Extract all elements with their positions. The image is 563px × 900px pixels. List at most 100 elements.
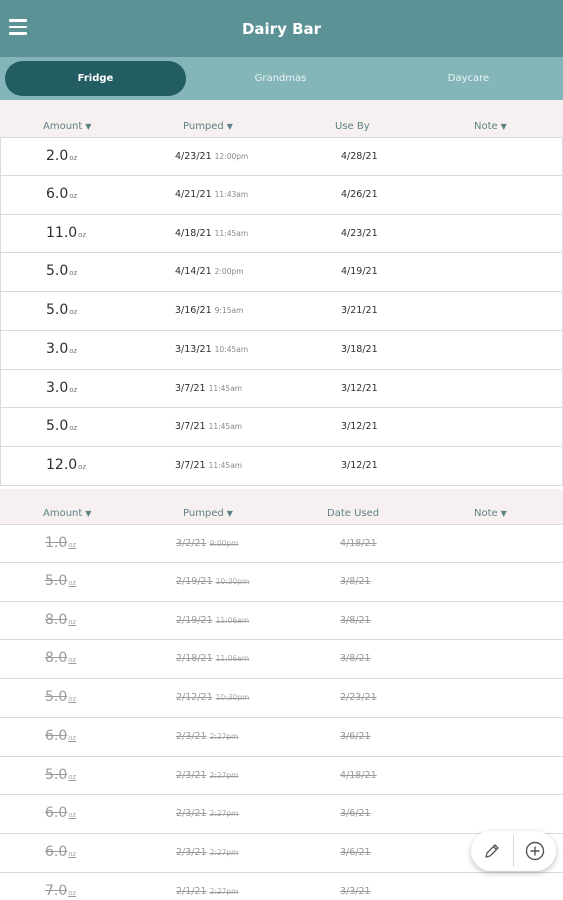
table-row[interactable]: 8.0oz 2/18/21 11:06am 3/8/21: [0, 640, 563, 679]
pumped-time: 2:27pm: [209, 770, 239, 780]
date-used-value: 3/8/21: [340, 614, 371, 626]
use-by-date: 4/28/21: [341, 151, 378, 162]
header-label: Note: [474, 508, 498, 519]
caret-down-icon: ▼: [500, 122, 507, 131]
caret-down-icon: ▼: [226, 509, 233, 518]
tab-daycare[interactable]: Daycare: [378, 61, 559, 96]
amount-value: 1.0: [45, 535, 68, 551]
pumped-cell: 3/16/21 9:15am: [175, 305, 243, 316]
use-by-date: 4/23/21: [341, 227, 378, 239]
amount-cell: 1.0oz: [45, 535, 76, 551]
amount-unit: oz: [68, 578, 77, 587]
date-used-value: 4/18/21: [340, 769, 377, 781]
amount-unit: oz: [68, 850, 77, 858]
amount-cell: 3.0oz: [46, 341, 77, 357]
amount-value: 6.0: [45, 805, 68, 822]
amount-unit: oz: [68, 772, 77, 781]
sort-note-header[interactable]: Note ▼: [474, 121, 507, 132]
pumped-date: 4/21/21: [175, 188, 212, 200]
amount-cell: 7.0oz: [45, 883, 76, 899]
pumped-time: 11:45am: [208, 461, 243, 470]
amount-value: 12.0: [46, 457, 78, 473]
table-row[interactable]: 11.0oz 4/18/21 11:45am 4/23/21: [0, 214, 563, 254]
pumped-cell: 3/7/21 11:45am: [175, 421, 242, 432]
date-used-value: 3/3/21: [340, 885, 371, 897]
header-label: Pumped: [183, 508, 224, 519]
caret-down-icon: ▼: [85, 122, 92, 131]
amount-cell: 6.0oz: [45, 844, 76, 860]
table-row[interactable]: 12.0oz 3/7/21 11:45am 3/12/21: [0, 447, 563, 486]
pumped-cell: 2/19/21 11:06am: [176, 615, 249, 626]
pumped-date: 2/3/21: [176, 808, 207, 820]
table-row[interactable]: 7.0oz 2/1/21 2:27pm 3/3/21: [0, 872, 563, 900]
table-row[interactable]: 5.0oz 2/12/21 10:30pm 2/23/21: [0, 679, 563, 718]
amount-cell: 11.0oz: [46, 225, 86, 241]
app-title: Dairy Bar: [241, 20, 322, 38]
table-row[interactable]: 6.0oz 4/21/21 11:43am 4/26/21: [0, 175, 563, 215]
pumped-time: 11:45am: [208, 383, 243, 393]
pumped-date: 2/12/21: [176, 692, 213, 703]
amount-unit: oz: [68, 617, 77, 626]
sort-amount-header[interactable]: Amount ▼: [43, 121, 91, 132]
table-row[interactable]: 1.0oz 3/2/21 9:00pm 4/18/21: [0, 524, 563, 563]
amount-unit: oz: [68, 695, 77, 703]
amount-unit: oz: [69, 424, 78, 433]
table-row[interactable]: 6.0oz 2/3/21 2:27pm 3/6/21: [0, 717, 563, 757]
pumped-time: 2:27pm: [209, 809, 239, 819]
amount-cell: 5.0oz: [46, 263, 77, 279]
caret-down-icon: ▼: [85, 509, 92, 518]
pumped-date: 2/3/21: [176, 769, 207, 781]
sort-pumped-header[interactable]: Pumped ▼: [183, 508, 233, 519]
pumped-date: 3/2/21: [176, 538, 207, 549]
amount-unit: oz: [68, 541, 77, 549]
amount-unit: oz: [69, 154, 78, 162]
use-by-date: 3/12/21: [341, 382, 378, 394]
edit-button[interactable]: [471, 831, 513, 871]
amount-cell: 5.0oz: [45, 767, 76, 783]
pumped-cell: 2/3/21 2:27pm: [176, 808, 239, 819]
table-row[interactable]: 6.0oz 2/3/21 2:27pm 3/6/21: [0, 795, 563, 834]
amount-value: 6.0: [45, 844, 68, 860]
pumped-cell: 2/3/21 2:27pm: [176, 847, 239, 858]
table-row[interactable]: 5.0oz 3/16/21 9:15am 3/21/21: [0, 292, 563, 331]
amount-unit: oz: [68, 733, 77, 742]
header-label: Note: [474, 121, 498, 132]
amount-value: 5.0: [46, 418, 69, 435]
amount-unit: oz: [69, 308, 78, 316]
pumped-cell: 4/21/21 11:43am: [175, 189, 248, 200]
pumped-date: 2/19/21: [176, 575, 213, 587]
add-button[interactable]: [514, 831, 556, 871]
amount-unit: oz: [69, 269, 78, 278]
pumped-time: 2:27pm: [209, 886, 239, 896]
table-row[interactable]: 5.0oz 3/7/21 11:45am 3/12/21: [0, 408, 563, 447]
table-row[interactable]: 8.0oz 2/19/21 11:06am 3/8/21: [0, 601, 563, 641]
date-used-value: 4/18/21: [340, 538, 377, 549]
amount-cell: 5.0oz: [45, 573, 76, 589]
amount-value: 5.0: [45, 572, 68, 589]
tab-fridge[interactable]: Fridge: [5, 61, 186, 96]
amount-unit: oz: [69, 346, 78, 355]
table-row[interactable]: 3.0oz 3/7/21 11:45am 3/12/21: [0, 369, 563, 409]
table-row[interactable]: 5.0oz 2/3/21 2:27pm 4/18/21: [0, 756, 563, 796]
pumped-time: 2:27pm: [209, 731, 239, 741]
tab-grandmas[interactable]: Grandmas: [190, 61, 371, 96]
table-row[interactable]: 2.0oz 4/23/21 12:00pm 4/28/21: [0, 137, 563, 176]
amount-value: 5.0: [46, 302, 69, 318]
table-row[interactable]: 5.0oz 4/14/21 2:00pm 4/19/21: [0, 253, 563, 292]
table-row[interactable]: 3.0oz 3/13/21 10:45am 3/18/21: [0, 330, 563, 370]
amount-cell: 5.0oz: [46, 302, 77, 318]
pumped-time: 11:45am: [208, 422, 243, 432]
amount-value: 8.0: [45, 611, 68, 628]
sort-amount-header[interactable]: Amount ▼: [43, 508, 91, 519]
pumped-cell: 2/18/21 11:06am: [176, 653, 249, 664]
sort-pumped-header[interactable]: Pumped ▼: [183, 121, 233, 132]
amount-cell: 2.0oz: [46, 148, 77, 164]
pumped-date: 4/23/21: [175, 151, 212, 162]
sort-note-header[interactable]: Note ▼: [474, 508, 507, 519]
amount-cell: 3.0oz: [46, 380, 77, 396]
pumped-time: 11:06am: [215, 654, 250, 664]
table-row[interactable]: 5.0oz 2/19/21 10:30pm 3/8/21: [0, 562, 563, 602]
pumped-date: 2/1/21: [176, 885, 207, 897]
amount-cell: 5.0oz: [46, 418, 77, 434]
pumped-cell: 3/2/21 9:00pm: [176, 538, 239, 549]
